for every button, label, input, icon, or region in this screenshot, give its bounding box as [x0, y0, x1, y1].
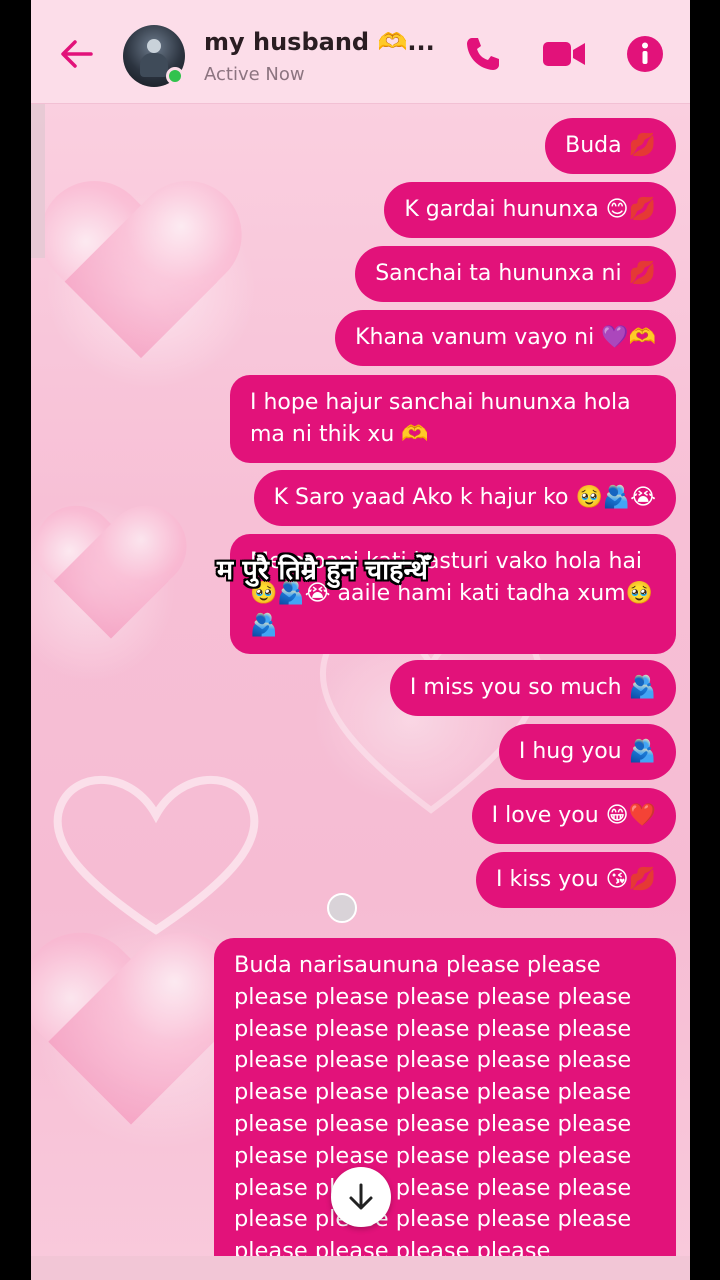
video-caption-overlay: म पुरै तिम्रै हुन चाहन्थेँ [217, 555, 428, 586]
sent-message[interactable]: I hug you 🫂 [498, 724, 676, 780]
heart-decoration [33, 184, 249, 376]
sent-message[interactable]: K gardai hununxa 😊💋 [384, 182, 676, 238]
video-camera-icon[interactable] [541, 34, 587, 74]
sent-message[interactable]: Buda 💋 [545, 118, 676, 174]
avatar-body [140, 53, 168, 77]
scroll-to-bottom-button[interactable] [331, 1167, 391, 1227]
back-arrow-icon[interactable] [59, 36, 95, 72]
phone-icon[interactable] [463, 34, 503, 74]
sent-message[interactable]: Khana vanum vayo ni 💜🫶 [335, 310, 676, 366]
sent-message[interactable]: I miss you so much 🫂 [389, 660, 676, 716]
sent-message[interactable]: Sanchai ta hununxa ni 💋 [355, 246, 676, 302]
heart-outline-decoration [53, 775, 259, 935]
info-icon[interactable] [625, 34, 665, 74]
arrow-down-icon [349, 1183, 373, 1210]
seen-indicator [327, 893, 357, 923]
sent-message[interactable]: K Saro yaad Ako k hajur ko 🥹🫂😭 [253, 470, 676, 526]
sent-message[interactable]: I love you 😁❤️ [471, 788, 676, 844]
composer-edge [31, 1256, 690, 1280]
chat-screen: my husband 🫶... Active Now Buda 💋 K gard… [31, 0, 690, 1280]
sent-message[interactable]: I kiss you 😘💋 [476, 852, 676, 908]
chat-header: my husband 🫶... Active Now [31, 0, 690, 104]
heart-decoration [31, 508, 192, 652]
online-status-dot [166, 67, 184, 85]
sent-message[interactable]: I hope hajur sanchai hununxa hola ma ni … [230, 375, 676, 463]
avatar-figure [147, 39, 161, 53]
sent-message-long[interactable]: Buda narisaununa please please please pl… [214, 938, 676, 1256]
active-status: Active Now [204, 64, 305, 85]
contact-name[interactable]: my husband 🫶... [204, 28, 435, 56]
